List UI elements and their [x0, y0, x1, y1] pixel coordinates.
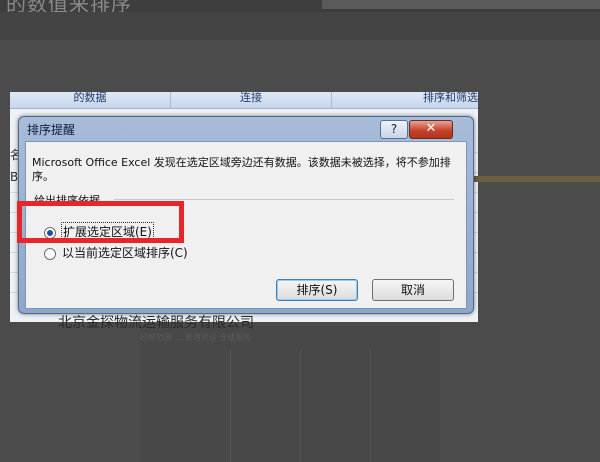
small-caption-text: 经营范围 ... 普通货运 仓储服务 — [140, 333, 252, 342]
lower-panel — [140, 326, 440, 462]
gray-band — [0, 12, 600, 40]
side-letter: B — [10, 170, 19, 184]
top-search-strip — [322, 0, 600, 9]
sort-button[interactable]: 排序(S) — [276, 279, 358, 301]
dialog-message: Microsoft Office Excel 发现在选定区域旁边还有数据。该数据… — [32, 156, 451, 183]
column-line — [230, 350, 231, 462]
ribbon-group-sort-filter[interactable]: 排序和筛选 — [332, 92, 478, 108]
close-button[interactable]: ✕ — [409, 120, 453, 139]
group-divider — [114, 199, 454, 200]
ribbon-group-data[interactable]: 的数据 — [10, 92, 171, 108]
column-line — [370, 350, 371, 462]
ribbon: 的数据 连接 排序和筛选 — [10, 92, 478, 109]
cancel-button[interactable]: 取消 — [372, 279, 454, 301]
dialog-title: 排序提醒 — [27, 123, 76, 137]
radio-current-selection[interactable] — [44, 248, 56, 260]
column-line — [300, 350, 301, 462]
option-current-selection-label[interactable]: 以当前选定区域排序(C) — [62, 244, 188, 261]
page-title-fragment: 的数值来排序 — [6, 0, 132, 12]
help-button[interactable]: ? — [380, 120, 408, 139]
ribbon-group-connections[interactable]: 连接 — [171, 92, 332, 108]
company-name-text: 北京金探物流运输服务有限公司 — [58, 315, 254, 331]
yellow-line — [470, 176, 600, 182]
red-highlight-box — [17, 201, 184, 243]
